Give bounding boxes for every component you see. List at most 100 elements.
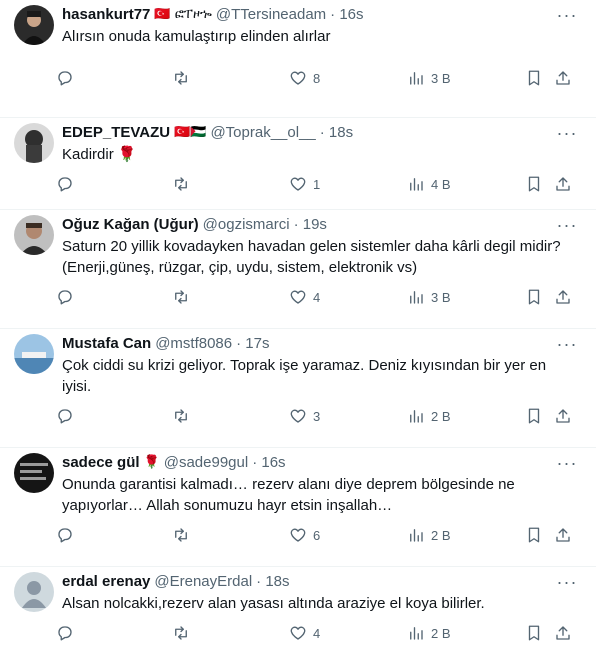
share-icon — [556, 71, 570, 85]
bookmark-button[interactable] — [525, 280, 543, 314]
reply-button[interactable] — [56, 280, 80, 314]
tweet-time[interactable]: · 17s — [236, 334, 269, 354]
reply-icon — [58, 71, 72, 86]
avatar[interactable] — [14, 215, 54, 255]
avatar[interactable] — [14, 5, 54, 45]
avatar[interactable] — [14, 572, 54, 612]
more-options-icon[interactable]: ··· — [554, 333, 580, 355]
share-button[interactable] — [554, 616, 572, 650]
tweet[interactable]: EDEP_TEVAZU 🇹🇷🇵🇸 @Toprak__ol__ · 18s ···… — [0, 118, 596, 210]
views-button[interactable]: 4 B — [407, 167, 451, 201]
retweet-button[interactable] — [172, 167, 196, 201]
more-options-icon[interactable]: ··· — [554, 4, 580, 26]
tweet[interactable]: erdal erenay @ErenayErdal · 18s ··· Alsa… — [0, 567, 596, 658]
views-button[interactable]: 3 B — [407, 280, 451, 314]
bookmark-button[interactable] — [525, 399, 543, 433]
like-button[interactable]: 8 — [289, 61, 320, 95]
views-icon — [410, 410, 423, 423]
retweet-button[interactable] — [172, 61, 196, 95]
tweet-time[interactable]: · 18s — [256, 572, 289, 592]
reply-icon — [58, 409, 72, 424]
views-button[interactable]: 2 B — [407, 616, 451, 650]
author-handle[interactable]: @TTersineadam — [216, 5, 326, 25]
like-button[interactable]: 1 — [289, 167, 320, 201]
author-handle[interactable]: @sade99gul — [164, 453, 248, 473]
author-handle[interactable]: @ErenayErdal — [154, 572, 252, 592]
bookmark-button[interactable] — [525, 616, 543, 650]
tweet[interactable]: Oğuz Kağan (Uğur) @ogzismarci · 19s ··· … — [0, 210, 596, 329]
avatar[interactable] — [14, 453, 54, 493]
share-icon — [556, 409, 570, 423]
bookmark-button[interactable] — [525, 518, 543, 552]
tweet-actions: 4 2 B — [56, 616, 580, 654]
heart-icon — [290, 71, 306, 85]
reply-icon — [58, 290, 72, 305]
retweet-button[interactable] — [172, 280, 196, 314]
like-button[interactable]: 4 — [289, 280, 320, 314]
heart-icon — [290, 528, 306, 542]
share-button[interactable] — [554, 518, 572, 552]
author-name[interactable]: sadece gül — [62, 453, 140, 473]
author-handle[interactable]: @mstf8086 — [155, 334, 232, 354]
views-button[interactable]: 3 B — [407, 61, 451, 95]
tweet[interactable]: Mustafa Can @mstf8086 · 17s ··· Çok cidd… — [0, 329, 596, 448]
heart-icon — [290, 290, 306, 304]
bookmark-button[interactable] — [525, 61, 543, 95]
more-options-icon[interactable]: ··· — [554, 122, 580, 144]
tweet-text: Saturn 20 yillik kovadayken havadan gele… — [62, 238, 561, 276]
tweet[interactable]: sadece gül 🌹 @sade99gul · 16s ··· Onunda… — [0, 448, 596, 567]
bookmark-button[interactable] — [525, 167, 543, 201]
author-handle[interactable]: @Toprak__ol__ — [210, 123, 315, 143]
reply-button[interactable] — [56, 399, 80, 433]
tweet-time[interactable]: · 18s — [320, 123, 353, 143]
avatar[interactable] — [14, 334, 54, 374]
tweet-time[interactable]: · 16s — [252, 453, 285, 473]
retweet-button[interactable] — [172, 399, 196, 433]
tweet-time[interactable]: · 19s — [294, 215, 327, 235]
tweet-header: erdal erenay @ErenayErdal · 18s — [62, 571, 580, 593]
author-badge: 🌹 — [143, 455, 160, 470]
share-button[interactable] — [554, 61, 572, 95]
author-name[interactable]: hasankurt77 — [62, 5, 150, 25]
retweet-icon — [175, 528, 187, 542]
tweet-header: Mustafa Can @mstf8086 · 17s — [62, 333, 580, 355]
like-button[interactable]: 3 — [289, 399, 320, 433]
tweet-text: Çok ciddi su krizi geliyor. Toprak işe y… — [62, 357, 547, 395]
reply-button[interactable] — [56, 518, 80, 552]
tweet-text: Kadirdir 🌹 — [62, 146, 137, 163]
tweet-actions: 8 3 B — [56, 61, 580, 99]
reply-icon — [58, 528, 72, 543]
tweet[interactable]: hasankurt77 🇹🇷 ፎፐዞኈ @TTersineadam · 16s … — [0, 0, 596, 118]
share-button[interactable] — [554, 399, 572, 433]
bookmark-icon — [528, 70, 540, 86]
like-count: 6 — [313, 527, 321, 543]
author-name[interactable]: Oğuz Kağan (Uğur) — [62, 215, 199, 235]
retweet-icon — [175, 409, 187, 423]
more-options-icon[interactable]: ··· — [554, 214, 580, 236]
avatar[interactable] — [14, 123, 54, 163]
share-button[interactable] — [554, 167, 572, 201]
author-name[interactable]: EDEP_TEVAZU — [62, 123, 170, 143]
share-button[interactable] — [554, 280, 572, 314]
tweet-text: Onunda garantisi kalmadı… rezerv alanı d… — [62, 476, 515, 514]
author-name[interactable]: Mustafa Can — [62, 334, 151, 354]
tweet-header: EDEP_TEVAZU 🇹🇷🇵🇸 @Toprak__ol__ · 18s — [62, 122, 580, 144]
more-options-icon[interactable]: ··· — [554, 452, 580, 474]
like-button[interactable]: 6 — [289, 518, 320, 552]
tweet-header: Oğuz Kağan (Uğur) @ogzismarci · 19s — [62, 214, 580, 236]
reply-button[interactable] — [56, 616, 80, 650]
author-name[interactable]: erdal erenay — [62, 572, 150, 592]
tweet-time[interactable]: · 16s — [330, 5, 363, 25]
more-options-icon[interactable]: ··· — [554, 571, 580, 593]
reply-button[interactable] — [56, 61, 80, 95]
retweet-icon — [175, 177, 187, 191]
views-button[interactable]: 2 B — [407, 399, 451, 433]
views-button[interactable]: 2 B — [407, 518, 451, 552]
retweet-button[interactable] — [172, 518, 196, 552]
views-icon — [410, 178, 423, 191]
reply-button[interactable] — [56, 167, 80, 201]
author-handle[interactable]: @ogzismarci — [203, 215, 290, 235]
like-count: 4 — [313, 625, 321, 641]
retweet-button[interactable] — [172, 616, 196, 650]
like-button[interactable]: 4 — [289, 616, 320, 650]
